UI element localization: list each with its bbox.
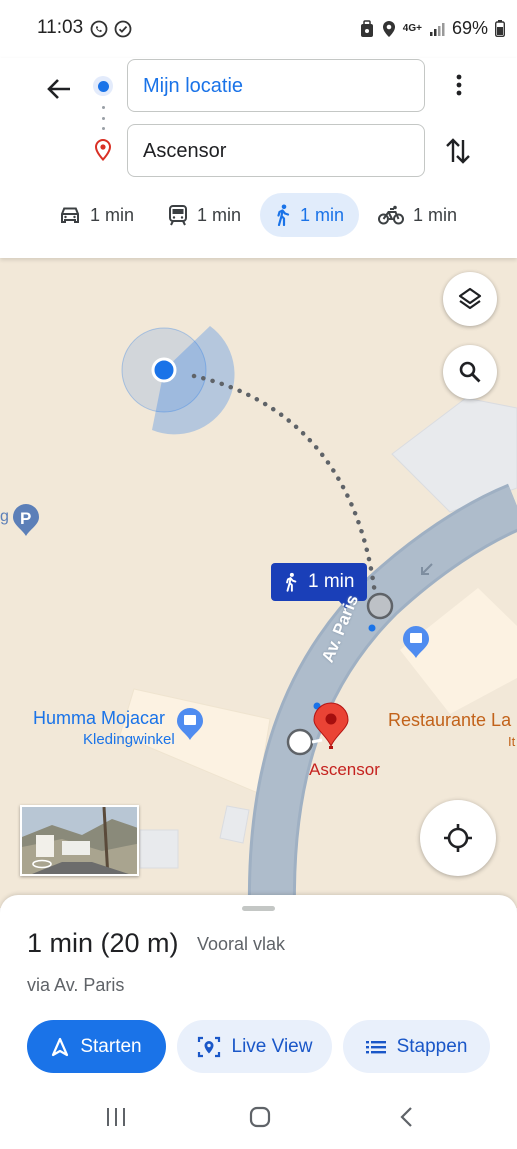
walk-icon — [277, 204, 290, 226]
destination-input[interactable]: Ascensor — [127, 124, 425, 177]
destination-pin-label: Ascensor — [309, 760, 380, 779]
my-location-button[interactable] — [420, 800, 496, 876]
poi-restaurant-sub: It — [508, 734, 516, 749]
check-circle-icon — [114, 20, 132, 38]
nav-back-button[interactable] — [396, 1103, 416, 1131]
more-vert-icon — [456, 74, 462, 96]
live-view-label: Live View — [231, 1035, 313, 1057]
sheet-drag-handle[interactable] — [242, 906, 275, 911]
poi-shop-name: Humma Mojacar — [33, 708, 166, 728]
tab-walking-label: 1 min — [300, 204, 345, 225]
layers-button[interactable] — [443, 272, 497, 326]
route-via: via Av. Paris — [27, 975, 125, 995]
signal-icon — [429, 22, 445, 36]
tab-transit-label: 1 min — [197, 204, 242, 225]
route-start-circle — [366, 592, 394, 620]
map-building — [139, 829, 179, 869]
bike-icon — [378, 205, 405, 225]
status-time: 11:03 — [37, 17, 84, 38]
walk-icon — [286, 572, 297, 592]
recents-button[interactable] — [104, 1103, 128, 1131]
search-icon — [459, 361, 481, 383]
more-options-button[interactable] — [444, 70, 474, 100]
system-nav-bar — [0, 1085, 517, 1149]
steps-label: Stappen — [396, 1035, 468, 1057]
whatsapp-icon — [90, 20, 108, 38]
destination-pin-icon — [93, 138, 113, 167]
navigation-arrow-icon — [52, 1037, 69, 1056]
network-type: 4G+ — [402, 22, 422, 34]
tab-cycling-label: 1 min — [413, 204, 458, 225]
search-along-route-button[interactable] — [443, 345, 497, 399]
poi-restaurant-name[interactable]: Restaurante La — [388, 710, 511, 731]
tab-walking[interactable]: 1 min — [260, 193, 360, 237]
my-location-dot — [151, 357, 177, 383]
live-view-icon — [197, 1036, 220, 1057]
recents-icon — [107, 1108, 125, 1126]
tab-transit[interactable]: 1 min — [153, 193, 256, 237]
poi-shop-category: Kledingwinkel — [83, 731, 175, 748]
back-button[interactable] — [40, 70, 78, 108]
route-end-circle — [286, 728, 314, 756]
location-icon — [382, 20, 395, 37]
start-button[interactable]: Starten — [27, 1020, 166, 1073]
directions-header: Mijn locatie Ascensor 1 min 1 min 1 min — [0, 58, 517, 258]
swap-locations-button[interactable] — [441, 132, 475, 170]
street-view-thumbnail[interactable] — [20, 805, 139, 876]
map-view[interactable]: P g 1 min Av. Paris Humma Mojacar Kledin… — [0, 258, 517, 908]
poi-humma-mojacar[interactable]: Humma Mojacar Kledingwinkel — [33, 708, 175, 748]
route-connector-dots — [102, 106, 105, 130]
status-system-icons: 4G+ 69% — [359, 18, 505, 39]
crosshair-icon — [444, 824, 472, 852]
tab-driving[interactable]: 1 min — [44, 193, 149, 237]
parking-label-fragment: g — [0, 508, 9, 525]
route-duration: 1 min (20 m) — [27, 928, 179, 958]
origin-dot-icon — [93, 76, 113, 96]
train-icon — [169, 205, 188, 226]
list-icon — [365, 1040, 386, 1053]
live-view-button[interactable]: Live View — [177, 1020, 332, 1073]
svg-text:P: P — [20, 509, 31, 528]
tab-driving-label: 1 min — [90, 204, 135, 225]
chevron-left-icon — [400, 1107, 412, 1127]
map-building — [219, 805, 250, 844]
layers-icon — [458, 287, 482, 310]
route-chip-label: 1 min — [308, 571, 355, 592]
screen: 11:03 4G+ 69% Mijn locatie Ascensor 1 mi… — [0, 0, 517, 1149]
battery-percent: 69% — [451, 18, 488, 38]
steps-button[interactable]: Stappen — [343, 1020, 490, 1073]
tab-cycling[interactable]: 1 min — [363, 193, 472, 237]
travel-mode-tabs: 1 min 1 min 1 min 1 min — [44, 193, 476, 237]
route-actions: Starten Live View Stappen — [27, 1020, 490, 1073]
origin-input[interactable]: Mijn locatie — [127, 59, 425, 112]
home-icon — [249, 1106, 271, 1128]
lock-alarm-icon — [360, 19, 373, 37]
battery-icon — [495, 20, 505, 37]
arrow-back-icon — [47, 79, 70, 99]
start-button-label: Starten — [80, 1035, 142, 1057]
status-notification-icons — [90, 20, 132, 38]
car-icon — [61, 207, 79, 223]
home-button[interactable] — [247, 1103, 273, 1131]
route-terrain: Vooral vlak — [197, 934, 286, 954]
swap-vert-icon — [446, 138, 470, 164]
status-bar: 11:03 4G+ 69% — [0, 0, 517, 58]
